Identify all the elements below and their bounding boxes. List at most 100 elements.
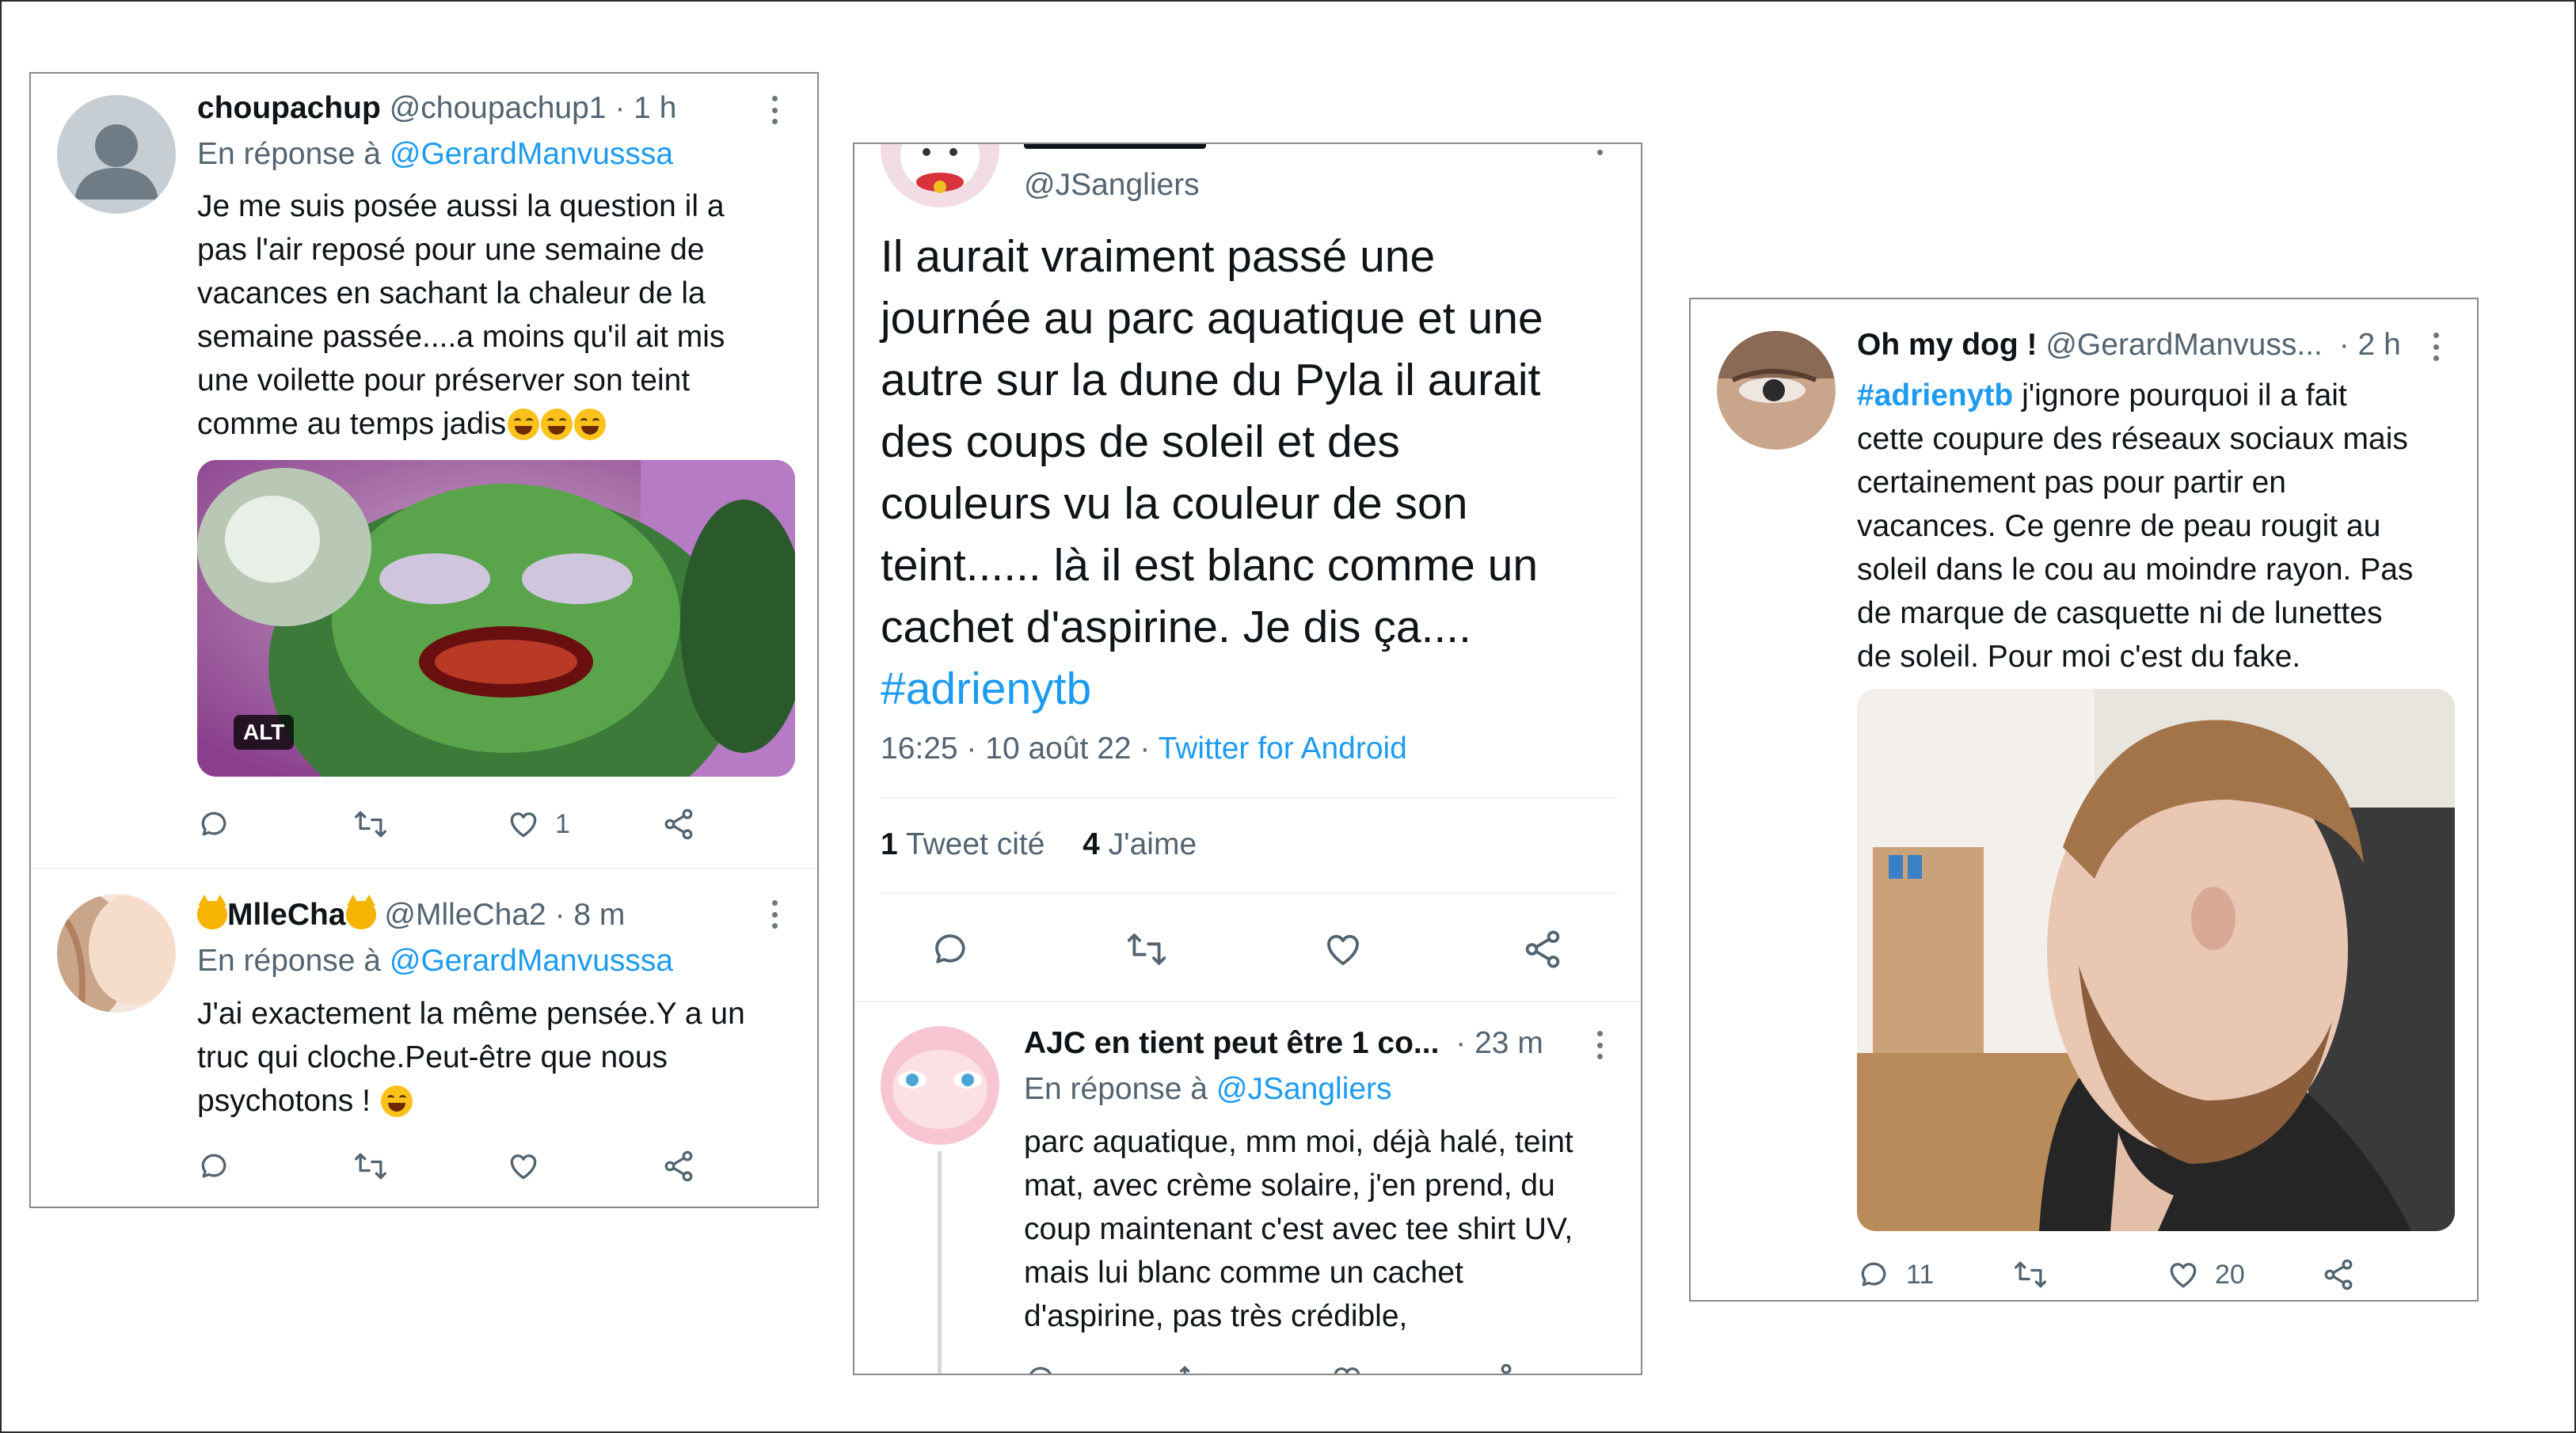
like-icon (1334, 1367, 1360, 1374)
hashtag-link[interactable]: #adrienytb (1857, 378, 2013, 412)
reply-prefix: En réponse à (197, 944, 382, 978)
avatar-mllecha[interactable] (57, 894, 176, 1013)
avatar-dog[interactable] (1717, 331, 1836, 450)
avatar-default[interactable] (57, 95, 176, 214)
share-button[interactable] (661, 807, 696, 842)
left-tweet-panel: choupachup @choupachup1 · 1 h En réponse… (29, 72, 819, 1208)
reply-prefix: En réponse à (197, 137, 382, 171)
retweet-button[interactable] (1124, 928, 1170, 971)
reply-icon (201, 1154, 226, 1178)
reply-to-link[interactable]: @GerardManvusssa (390, 137, 673, 171)
retweet-icon (355, 811, 386, 838)
laughing-emoji-icon (508, 409, 540, 440)
right-tweet-panel: Oh my dog ! @GerardManvuss... · 2 h #adr… (1689, 298, 2479, 1302)
like-icon (2170, 1263, 2197, 1288)
retweet-icon (1179, 1365, 1207, 1374)
cat-emoji-icon (345, 895, 376, 929)
main-tweet-text: Il aurait vraiment passé une journée au … (881, 226, 1543, 720)
alt-badge[interactable]: ALT (234, 715, 295, 750)
reply-button[interactable] (930, 928, 972, 971)
retweet-icon (1127, 933, 1166, 965)
tweet-timestamp[interactable]: 16:25 · 10 août 22 · (881, 732, 1150, 766)
retweet-icon (355, 1153, 386, 1180)
reply-count: 11 (1906, 1259, 1935, 1290)
tweet-text: J'ai exactement la même pensée.Y a un tr… (197, 997, 745, 1118)
like-button[interactable] (1322, 928, 1364, 971)
reply-prefix: En réponse à (1024, 1072, 1208, 1106)
retweet-button[interactable] (352, 807, 390, 842)
author-name[interactable]: MlleCha (227, 898, 346, 932)
tweet-time[interactable]: · 1 h (615, 91, 676, 125)
retweet-icon (2015, 1261, 2046, 1288)
reply-to-link[interactable]: @GerardManvusssa (390, 944, 673, 978)
tweet-image[interactable]: ALT (197, 460, 795, 777)
author-handle[interactable]: @JSangliers (1024, 168, 1200, 203)
tweet-image[interactable] (1857, 689, 2455, 1231)
reply-button[interactable]: 11 (1857, 1257, 1934, 1292)
reply-icon (935, 934, 965, 964)
sweat-smile-emoji-icon (380, 1085, 413, 1117)
like-icon (510, 1154, 537, 1180)
reply-button[interactable] (1024, 1362, 1059, 1374)
tweet-text: parc aquatique, mm moi, déjà halé, teint… (1024, 1125, 1573, 1333)
retweet-button[interactable] (352, 1149, 390, 1184)
divider (31, 868, 817, 869)
like-button[interactable]: 1 (506, 807, 570, 842)
share-button[interactable] (1521, 928, 1564, 971)
quote-count[interactable]: 1 Tweet cité (881, 827, 1044, 861)
tweet-text: Je me suis posée aussi la question il a … (197, 189, 725, 441)
tweet-source-link[interactable]: Twitter for Android (1159, 732, 1407, 766)
tweet-time[interactable]: · 8 m (555, 898, 626, 932)
reply-icon (1029, 1366, 1052, 1374)
middle-tweet-panel: @JSangliers Il aurait vraiment passé une… (853, 143, 1642, 1375)
share-icon (664, 808, 693, 840)
share-button[interactable] (661, 1149, 696, 1184)
author-name[interactable]: Oh my dog ! (1857, 328, 2038, 362)
like-icon (510, 812, 537, 838)
cat-emoji-icon (197, 895, 227, 929)
more-icon[interactable] (771, 96, 778, 124)
share-icon (664, 1150, 693, 1182)
author-name-partial[interactable] (1024, 144, 1206, 149)
share-icon (1525, 930, 1560, 968)
author-handle[interactable]: @GerardManvuss... (2045, 328, 2323, 362)
share-button[interactable] (1480, 1362, 1515, 1374)
reply-button[interactable] (197, 1149, 232, 1184)
more-icon[interactable] (2433, 333, 2439, 361)
divider (881, 892, 1619, 894)
tweet-time[interactable]: · 23 m (1455, 1026, 1543, 1060)
tweet-text: #adrienytb j'ignore pourquoi il a fait c… (1857, 378, 2414, 674)
share-icon (2324, 1259, 2353, 1290)
retweet-button[interactable] (2011, 1257, 2049, 1292)
tweet-time[interactable]: · 2 h (2339, 328, 2401, 362)
like-icon (1327, 934, 1359, 965)
divider (854, 1001, 1641, 1002)
like-count: 1 (555, 808, 570, 839)
author-handle[interactable]: @choupachup1 (390, 91, 607, 125)
more-icon[interactable] (1596, 144, 1603, 155)
like-count: 20 (2215, 1259, 2245, 1290)
like-count[interactable]: 4 J'aime (1083, 827, 1197, 861)
more-icon[interactable] (1596, 1031, 1603, 1059)
retweet-button[interactable] (1176, 1362, 1214, 1374)
divider (881, 797, 1619, 799)
like-button[interactable] (1330, 1362, 1364, 1374)
author-name[interactable]: AJC en tient peut être 1 co... (1024, 1026, 1439, 1060)
author-name[interactable]: choupachup (197, 91, 381, 125)
laughing-emoji-icon (541, 409, 573, 440)
share-icon (1501, 1363, 1512, 1374)
like-button[interactable]: 20 (2166, 1257, 2245, 1292)
thread-line (938, 1151, 942, 1374)
laughing-emoji-icon (574, 409, 607, 440)
like-button[interactable] (506, 1149, 541, 1184)
more-icon[interactable] (771, 900, 778, 929)
reply-icon (201, 812, 226, 836)
avatar-cat[interactable] (881, 144, 999, 207)
author-handle[interactable]: @MlleCha2 (384, 898, 546, 932)
reply-icon (1861, 1262, 1886, 1287)
hashtag-link[interactable]: #adrienytb (881, 658, 1543, 720)
reply-to-link[interactable]: @JSangliers (1216, 1072, 1392, 1106)
avatar-ajc[interactable] (881, 1026, 999, 1145)
reply-button[interactable] (197, 807, 232, 842)
share-button[interactable] (2321, 1257, 2356, 1292)
